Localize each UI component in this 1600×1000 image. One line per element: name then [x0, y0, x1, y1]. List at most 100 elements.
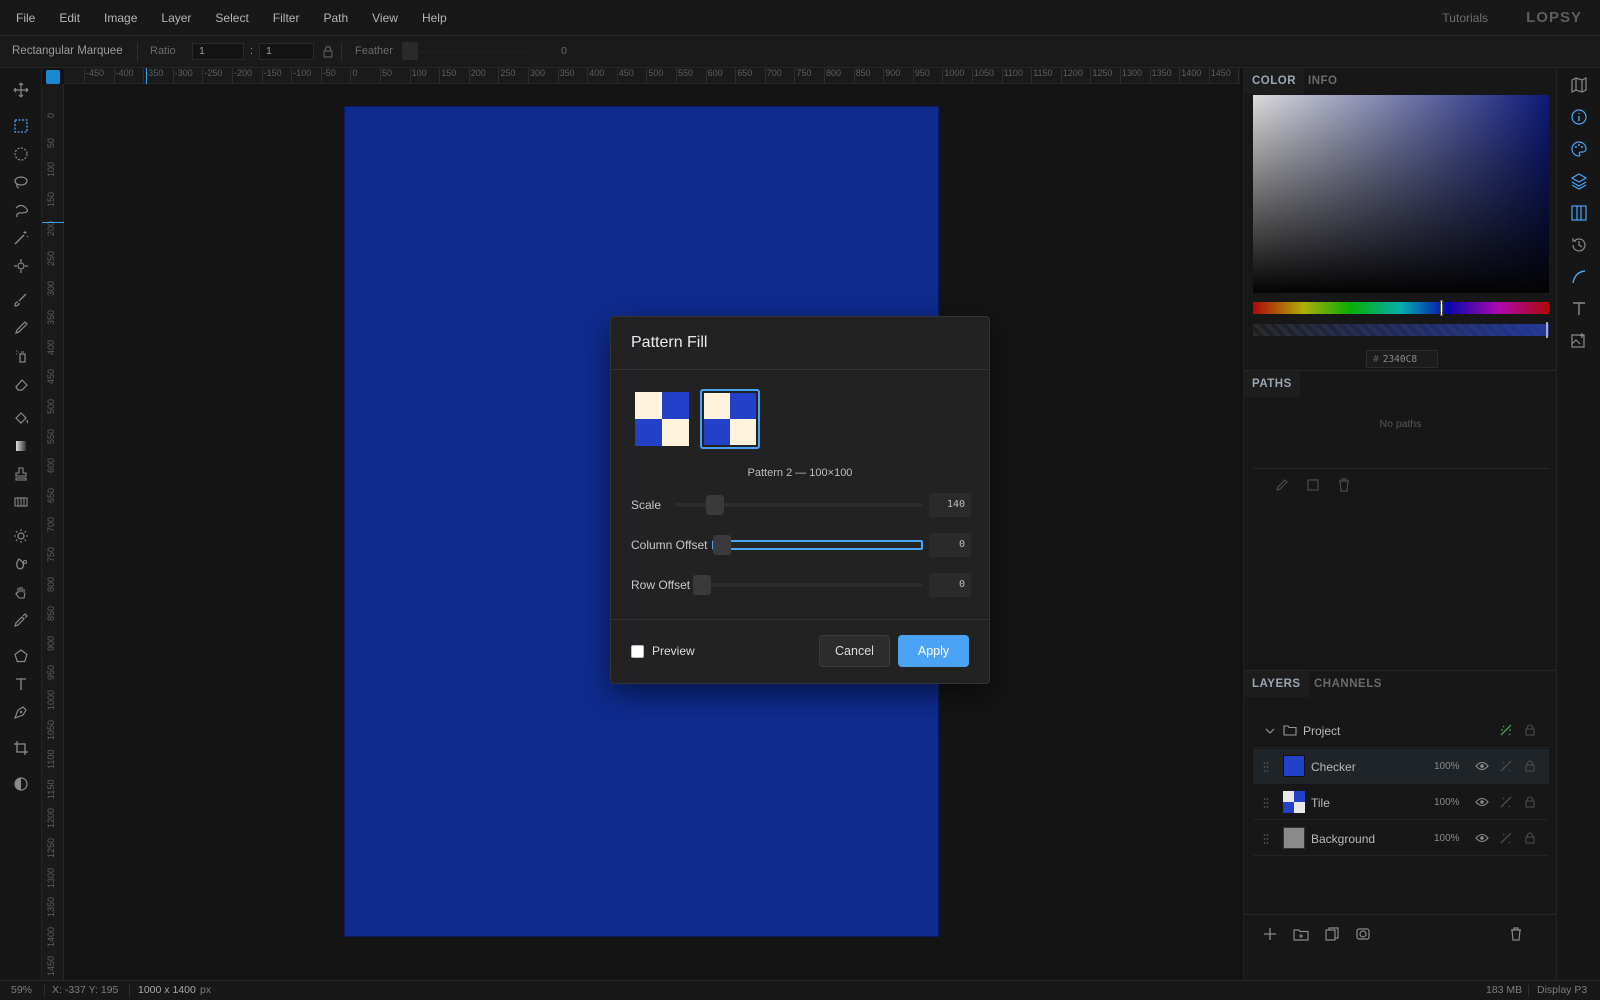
crop-tool-icon[interactable] — [11, 738, 31, 758]
layer-opacity[interactable]: 100% — [1434, 761, 1460, 772]
blur-tool-icon[interactable] — [11, 554, 31, 574]
scale-slider-knob[interactable] — [706, 495, 724, 515]
hand-tool-icon[interactable] — [11, 582, 31, 602]
lock-icon[interactable] — [1523, 831, 1537, 845]
fx-icon[interactable] — [1499, 723, 1513, 737]
color-saturation-field[interactable] — [1253, 95, 1549, 293]
alpha-slider-handle[interactable] — [1546, 322, 1548, 338]
mask-mode-icon[interactable] — [11, 774, 31, 794]
tab-color[interactable]: COLOR — [1244, 68, 1305, 94]
eraser-tool-icon[interactable] — [11, 374, 31, 394]
info-icon[interactable] — [1570, 108, 1588, 126]
elliptical-marquee-tool-icon[interactable] — [11, 144, 31, 164]
new-group-icon[interactable] — [1293, 926, 1309, 942]
ruler-origin[interactable] — [46, 70, 60, 84]
feather-slider-knob[interactable] — [402, 42, 418, 60]
menu-file[interactable]: File — [8, 11, 43, 25]
history-icon[interactable] — [1570, 236, 1588, 254]
fx-icon[interactable] — [1499, 759, 1513, 773]
type-icon[interactable] — [1570, 300, 1588, 318]
tab-paths[interactable]: PATHS — [1244, 371, 1300, 397]
eye-icon[interactable] — [1475, 795, 1489, 809]
palette-icon[interactable] — [1570, 140, 1588, 158]
pen-tool-icon[interactable] — [11, 702, 31, 722]
row-offset-value-input[interactable]: 0 — [929, 573, 971, 597]
spray-tool-icon[interactable] — [11, 346, 31, 366]
hue-slider-handle[interactable] — [1440, 300, 1443, 316]
ratio-height-input[interactable]: 1 — [259, 43, 314, 60]
hue-slider[interactable] — [1253, 302, 1549, 314]
drag-handle-icon[interactable] — [1263, 797, 1269, 809]
move-tool-icon[interactable] — [11, 80, 31, 100]
channels-icon[interactable] — [1570, 204, 1588, 222]
polygonal-lasso-tool-icon[interactable] — [11, 200, 31, 220]
menu-filter[interactable]: Filter — [265, 11, 308, 25]
ratio-width-input[interactable]: 1 — [192, 43, 244, 60]
feather-value[interactable]: 0 — [561, 45, 567, 57]
menu-select[interactable]: Select — [207, 11, 256, 25]
preview-checkbox[interactable] — [631, 645, 644, 658]
column-offset-value-input[interactable]: 0 — [929, 533, 971, 557]
menu-layer[interactable]: Layer — [153, 11, 199, 25]
column-offset-slider-knob[interactable] — [713, 535, 731, 555]
pencil-tool-icon[interactable] — [11, 318, 31, 338]
duplicate-layer-icon[interactable] — [1324, 926, 1340, 942]
layer-opacity[interactable]: 100% — [1434, 833, 1460, 844]
lock-icon[interactable] — [1523, 723, 1537, 737]
gradient-tool-icon[interactable] — [11, 436, 31, 456]
rectangular-marquee-tool-icon[interactable] — [11, 116, 31, 136]
edit-path-icon[interactable] — [1274, 477, 1290, 493]
pattern-stamp-tool-icon[interactable] — [11, 492, 31, 512]
pattern-2-thumbnail[interactable] — [700, 389, 760, 449]
lasso-tool-icon[interactable] — [11, 172, 31, 192]
tab-info[interactable]: INFO — [1300, 68, 1345, 94]
alpha-slider[interactable] — [1253, 324, 1549, 336]
fx-icon[interactable] — [1499, 795, 1513, 809]
layer-opacity[interactable]: 100% — [1434, 797, 1460, 808]
menu-help[interactable]: Help — [414, 11, 455, 25]
eye-icon[interactable] — [1475, 759, 1489, 773]
lock-icon[interactable] — [1523, 795, 1537, 809]
new-path-icon[interactable] — [1305, 477, 1321, 493]
chevron-down-icon[interactable] — [1263, 724, 1277, 738]
dodge-tool-icon[interactable] — [11, 526, 31, 546]
delete-layer-icon[interactable] — [1508, 926, 1524, 942]
layer-group-row[interactable]: Project — [1253, 713, 1549, 748]
layer-mask-icon[interactable] — [1355, 926, 1371, 942]
row-offset-slider-track[interactable] — [701, 583, 923, 587]
menu-view[interactable]: View — [364, 11, 406, 25]
type-tool-icon[interactable] — [11, 674, 31, 694]
fx-icon[interactable] — [1499, 831, 1513, 845]
menu-image[interactable]: Image — [96, 11, 145, 25]
scale-value-input[interactable]: 140 — [929, 493, 971, 517]
menu-edit[interactable]: Edit — [51, 11, 88, 25]
drag-handle-icon[interactable] — [1263, 833, 1269, 845]
lock-ratio-icon[interactable] — [320, 44, 336, 60]
tab-layers[interactable]: LAYERS — [1244, 671, 1309, 697]
layers-icon[interactable] — [1570, 172, 1588, 190]
zoom-level[interactable]: 59% — [11, 984, 32, 996]
eyedropper-tool-icon[interactable] — [11, 610, 31, 630]
layer-row[interactable]: Tile 100% — [1253, 785, 1549, 820]
layer-row[interactable]: Checker 100% — [1253, 749, 1549, 784]
stamp-tool-icon[interactable] — [11, 464, 31, 484]
bucket-fill-tool-icon[interactable] — [11, 408, 31, 428]
hex-color-input[interactable]: #2340C8 — [1366, 350, 1438, 368]
column-offset-slider-track[interactable] — [712, 540, 923, 550]
lock-icon[interactable] — [1523, 759, 1537, 773]
layer-row[interactable]: Background 100% — [1253, 821, 1549, 856]
shape-tool-icon[interactable] — [11, 646, 31, 666]
magic-wand-tool-icon[interactable] — [11, 228, 31, 248]
tab-channels[interactable]: CHANNELS — [1306, 671, 1390, 697]
row-offset-slider-knob[interactable] — [693, 575, 711, 595]
map-icon[interactable] — [1570, 76, 1588, 94]
image-adjust-icon[interactable] — [1570, 332, 1588, 350]
apply-button[interactable]: Apply — [898, 635, 969, 667]
cancel-button[interactable]: Cancel — [819, 635, 890, 667]
pattern-1-thumbnail[interactable] — [632, 389, 692, 449]
drag-handle-icon[interactable] — [1263, 761, 1269, 773]
paths-icon[interactable] — [1570, 268, 1588, 286]
feather-slider-track[interactable] — [420, 50, 530, 53]
brush-tool-icon[interactable] — [11, 290, 31, 310]
eye-icon[interactable] — [1475, 831, 1489, 845]
